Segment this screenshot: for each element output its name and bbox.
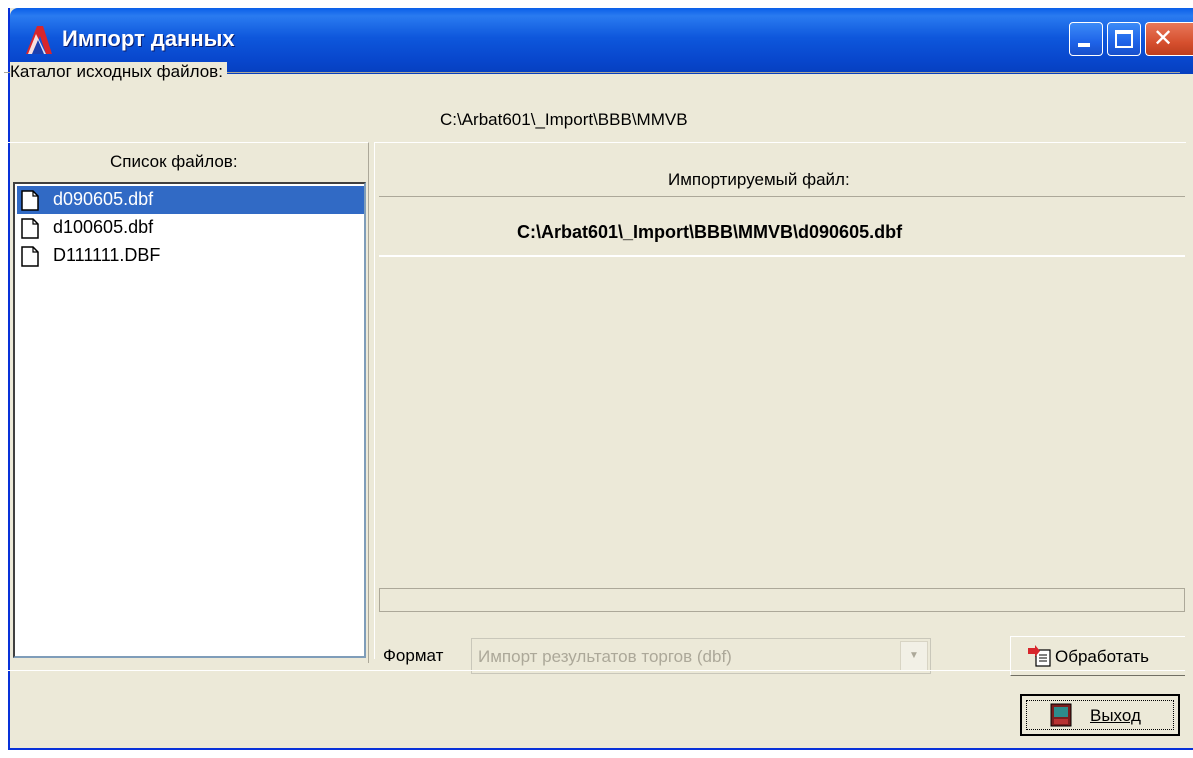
import-file-caption: Импортируемый файл: [668,170,850,189]
app-logo-icon [26,26,52,54]
import-file-path: C:\Arbat601\_Import\BBB\MMVB\d090605.dbf [517,222,903,242]
chevron-down-icon[interactable]: ▼ [900,641,928,671]
file-name: D111111.DBF [53,245,161,265]
file-name: d100605.dbf [53,217,154,237]
source-dir-group [4,72,1180,145]
format-select[interactable]: Импорт результатов торгов (dbf) ▼ [471,638,931,674]
process-label: Обработать [1055,647,1150,666]
file-list-item[interactable]: d090605.dbf [17,186,364,214]
maximize-button[interactable] [1107,22,1141,56]
source-dir-label: Каталог исходных файлов: [10,62,227,82]
format-label: Формат [383,646,444,665]
window-title: Импорт данных [62,26,235,51]
bottom-divider [4,670,1185,671]
close-icon: ✕ [1153,25,1174,52]
file-list[interactable]: d090605.dbf d100605.dbf D111111.DBF [13,182,366,658]
file-icon [21,218,39,239]
file-icon [21,190,39,211]
file-list-item[interactable]: d100605.dbf [17,214,364,242]
close-button[interactable]: ✕ [1145,22,1193,56]
process-icon [1028,645,1051,667]
minimize-icon [1078,43,1090,47]
minimize-button[interactable] [1069,22,1103,56]
file-list-caption: Список файлов: [110,152,238,171]
import-log-area [379,256,1185,587]
maximize-icon [1115,30,1133,48]
file-name: d090605.dbf [53,189,154,209]
file-list-item[interactable]: D111111.DBF [17,242,364,270]
source-dir-path: C:\Arbat601\_Import\BBB\MMVB [440,110,688,129]
file-icon [21,246,39,267]
exit-button[interactable]: Выход [1020,694,1180,736]
format-value: Импорт результатов торгов (dbf) [478,647,732,666]
exit-label: Выход [1090,706,1141,725]
exit-door-icon [1050,703,1072,727]
progress-bar [379,588,1185,612]
